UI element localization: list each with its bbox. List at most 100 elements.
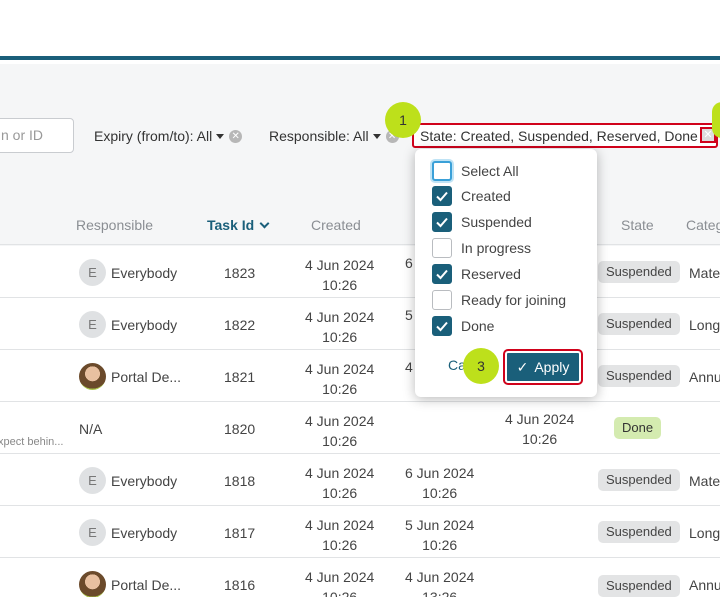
task-id-cell: 1820	[224, 421, 256, 437]
status-badge: Suspended	[598, 521, 680, 543]
status-badge: Suspended	[598, 261, 680, 283]
check-icon	[436, 191, 448, 202]
created-cell: 4 Jun 2024 10:26	[305, 309, 375, 345]
table-row[interactable]: Portal De... 1821 4 Jun 2024 10:26 4 Susp…	[0, 350, 720, 402]
column-responsible[interactable]: Responsible	[76, 217, 153, 233]
avatar: E	[79, 519, 106, 546]
option-label: Select All	[461, 163, 519, 179]
due-cell: 5	[405, 307, 413, 323]
chevron-down-icon	[372, 133, 381, 139]
table-row[interactable]: E Everybody 1817 4 Jun 2024 10:26 5 Jun 2…	[0, 506, 720, 558]
option-select-all[interactable]: Select All	[432, 161, 519, 181]
column-category[interactable]: Categ	[686, 217, 720, 233]
task-id-cell: 1822	[224, 317, 256, 333]
due-cell: 6 Jun 2024 10:26	[405, 465, 475, 501]
checkbox-suspended[interactable]	[432, 212, 452, 232]
due-cell: 4	[405, 359, 413, 375]
avatar	[79, 363, 106, 390]
apply-label: Apply	[534, 359, 570, 375]
status-badge: Suspended	[598, 365, 680, 387]
task-id-cell: 1823	[224, 265, 256, 281]
column-state[interactable]: State	[621, 217, 654, 233]
option-in-progress[interactable]: In progress	[432, 238, 531, 258]
responsible-cell: Everybody	[111, 473, 178, 489]
checkbox-created[interactable]	[432, 186, 452, 206]
created-cell: 4 Jun 2024 10:26	[305, 465, 375, 501]
state-filter[interactable]: State: Created, Suspended, Reserved, Don…	[412, 123, 718, 148]
task-id-cell: 1818	[224, 473, 256, 489]
responsible-cell: Everybody	[111, 265, 178, 281]
option-suspended[interactable]: Suspended	[432, 212, 532, 232]
top-header-bar	[0, 0, 720, 60]
responsible-filter[interactable]: Responsible: All ✕	[269, 128, 399, 144]
state-filter-label: State: Created, Suspended, Reserved, Don…	[420, 127, 698, 144]
check-icon	[436, 321, 448, 332]
clear-expiry-icon[interactable]: ✕	[229, 129, 243, 143]
apply-button[interactable]: ✓ Apply	[503, 349, 583, 385]
table-row[interactable]: E Everybody 1822 4 Jun 2024 10:26 5 Suspe…	[0, 298, 720, 350]
option-ready-for-joining[interactable]: Ready for joining	[432, 290, 566, 310]
responsible-cell: Portal De...	[111, 369, 182, 385]
responsible-cell: Portal De...	[111, 577, 182, 593]
responsible-cell: Everybody	[111, 525, 178, 541]
created-cell: 4 Jun 2024 10:26	[305, 257, 375, 293]
checkbox-done[interactable]	[432, 316, 452, 336]
option-done[interactable]: Done	[432, 316, 494, 336]
table-row[interactable]: E Everybody 1818 4 Jun 2024 10:26 6 Jun 2…	[0, 454, 720, 506]
category-cell: Annu	[689, 577, 720, 593]
avatar	[79, 571, 106, 597]
check-icon	[436, 269, 448, 280]
expiry-filter-label: Expiry (from/to): All	[94, 128, 213, 144]
checkbox-in-progress[interactable]	[432, 238, 452, 258]
due-cell: 4 Jun 2024 13:26	[405, 569, 475, 597]
task-note: xpect behin...	[0, 436, 64, 448]
category-cell: Long	[689, 317, 720, 333]
category-cell: Mate	[689, 473, 720, 489]
checkbox-ready-for-joining[interactable]	[432, 290, 452, 310]
done-date-cell: 4 Jun 2024 10:26	[505, 411, 575, 447]
column-task-id-label: Task Id	[207, 217, 255, 233]
created-cell: 4 Jun 2024 10:26	[305, 517, 375, 553]
option-reserved[interactable]: Reserved	[432, 264, 521, 284]
status-badge: Suspended	[598, 313, 680, 335]
due-cell: 5 Jun 2024 10:26	[405, 517, 475, 553]
avatar: E	[79, 467, 106, 494]
step-callout-3: 3	[463, 348, 499, 384]
avatar: E	[79, 311, 106, 338]
option-created[interactable]: Created	[432, 186, 511, 206]
avatar: E	[79, 259, 106, 286]
column-task-id[interactable]: Task Id	[207, 217, 270, 233]
created-cell: 4 Jun 2024 10:26	[305, 569, 375, 597]
option-label: Suspended	[461, 214, 532, 230]
status-badge: Done	[614, 417, 662, 439]
option-label: Ready for joining	[461, 292, 567, 308]
option-label: Done	[461, 318, 495, 334]
check-icon	[436, 217, 448, 228]
search-input[interactable]: n or ID	[0, 118, 74, 153]
category-cell: Long	[689, 525, 720, 541]
column-created[interactable]: Created	[311, 217, 361, 233]
checkbox-reserved[interactable]	[432, 264, 452, 284]
created-cell: 4 Jun 2024 10:26	[305, 413, 375, 449]
table-row[interactable]: E Everybody 1823 4 Jun 2024 10:26 6 Suspe…	[0, 246, 720, 298]
expiry-filter[interactable]: Expiry (from/to): All ✕	[94, 128, 243, 144]
status-badge: Suspended	[598, 469, 680, 491]
task-id-cell: 1816	[224, 577, 256, 593]
step-callout-1: 1	[385, 102, 421, 138]
table-row[interactable]: Portal De... 1816 4 Jun 2024 10:26 4 Jun …	[0, 558, 720, 597]
table-row[interactable]: xpect behin... N/A 1820 4 Jun 2024 10:26 …	[0, 402, 720, 454]
step-callout-partial	[712, 102, 720, 138]
responsible-filter-label: Responsible: All	[269, 128, 369, 144]
checkbox-select-all[interactable]	[432, 161, 452, 181]
option-label: Created	[461, 188, 511, 204]
chevron-down-icon	[216, 133, 225, 139]
sort-chevron-icon	[259, 218, 270, 229]
task-id-cell: 1821	[224, 369, 256, 385]
task-id-cell: 1817	[224, 525, 256, 541]
category-cell: Mate	[689, 265, 720, 281]
check-icon: ✓	[516, 358, 529, 375]
table-header: Responsible Task Id Created State Categ	[0, 205, 720, 245]
created-cell: 4 Jun 2024 10:26	[305, 361, 375, 397]
due-cell: 6	[405, 255, 413, 271]
option-label: Reserved	[461, 266, 521, 282]
